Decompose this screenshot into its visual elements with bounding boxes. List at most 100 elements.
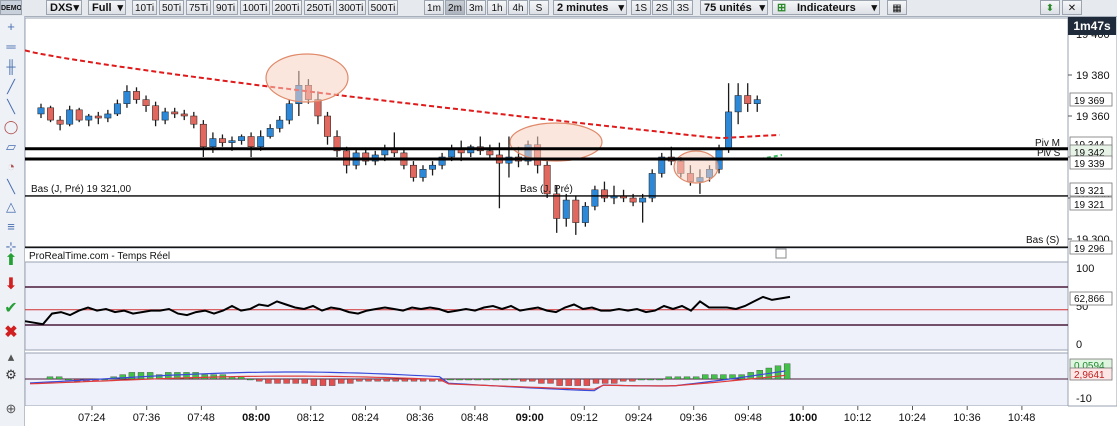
- macd-bar: [510, 378, 518, 381]
- interval-label: 2 minutes: [557, 2, 609, 14]
- arrow-up-icon[interactable]: ⬆: [2, 252, 20, 270]
- tick-button-50ti[interactable]: 50Ti: [159, 0, 184, 15]
- arrow-icon: ⬍: [1045, 3, 1055, 14]
- close-icon: ✕: [1067, 3, 1077, 14]
- macd-bar: [410, 378, 418, 382]
- ray-icon[interactable]: ╲: [2, 98, 20, 116]
- candle: [75, 109, 83, 121]
- close-chart-button[interactable]: ✕: [1062, 0, 1082, 15]
- tick-button-200ti[interactable]: 200Ti: [272, 0, 302, 15]
- candle: [152, 105, 160, 121]
- timeframe-button-4h[interactable]: 4h: [508, 0, 528, 15]
- candle: [47, 107, 54, 121]
- macd-bar: [401, 378, 409, 382]
- time-axis-label: 09:48: [734, 412, 762, 424]
- pitchfork-icon[interactable]: △: [2, 198, 20, 216]
- piv-s-label: Piv S: [1037, 148, 1061, 159]
- second-button-3s[interactable]: 3S: [673, 0, 693, 15]
- candle: [429, 164, 437, 170]
- timeframe-button-1h[interactable]: 1h: [487, 0, 507, 15]
- arc-icon[interactable]: ◔: [2, 158, 20, 176]
- tick-button-90ti[interactable]: 90Ti: [213, 0, 238, 15]
- candle: [266, 128, 274, 137]
- cursor-icon[interactable]: +: [2, 18, 20, 36]
- interval-selector[interactable]: 2 minutes ▾: [553, 0, 627, 15]
- macd-bar: [665, 376, 672, 380]
- timeframe-button-3m[interactable]: 3m: [466, 0, 486, 15]
- history-label: Full: [92, 2, 112, 14]
- history-selector[interactable]: Full ▾: [88, 0, 126, 15]
- macd-bar: [55, 376, 63, 380]
- timeframe-button-s[interactable]: S: [529, 0, 549, 15]
- toolbar: DEMO DXS ▾ Full ▾ 10Ti 50Ti 75Ti 90Ti 100Ti 200…: [0, 0, 1117, 17]
- macd-bar: [274, 378, 281, 384]
- checkmark-icon[interactable]: ✔: [2, 300, 20, 318]
- channel-icon[interactable]: ▱: [2, 138, 20, 156]
- tick-button-250ti[interactable]: 250Ti: [304, 0, 334, 15]
- candle: [257, 136, 265, 147]
- tick-button-10ti[interactable]: 10Ti: [132, 0, 157, 15]
- candle: [228, 140, 236, 143]
- time-axis-label: 08:36: [406, 412, 434, 424]
- time-axis-label: 08:48: [461, 412, 489, 424]
- color-picker-button[interactable]: ▦: [887, 0, 907, 15]
- macd-bar: [483, 378, 490, 381]
- timeframe-button-1m[interactable]: 1m: [424, 0, 444, 15]
- macd-bar: [565, 378, 572, 386]
- arrow-down-icon[interactable]: ⬇: [2, 276, 20, 294]
- macd-bar: [501, 378, 509, 381]
- delete-icon[interactable]: ✖: [2, 324, 20, 342]
- candle: [209, 138, 217, 148]
- tick-button-100ti[interactable]: 100Ti: [240, 0, 270, 15]
- time-axis-label: 10:48: [1008, 412, 1036, 424]
- time-axis-label: 10:12: [844, 412, 872, 424]
- time-axis-label: 07:24: [78, 412, 106, 424]
- indicators-button[interactable]: ⊞ Indicateurs ▾: [772, 0, 880, 15]
- price-axis-label: 19 380: [1076, 70, 1110, 82]
- symbol-selector[interactable]: DXS ▾: [46, 0, 82, 15]
- tick-button-75ti[interactable]: 75Ti: [186, 0, 211, 15]
- timeframe-button-2m[interactable]: 2m: [445, 0, 465, 15]
- macd-bar: [647, 378, 654, 381]
- macd-bar: [520, 378, 527, 382]
- grid-icon[interactable]: ≡: [2, 218, 20, 236]
- second-button-2s[interactable]: 2S: [652, 0, 672, 15]
- candle: [324, 115, 331, 137]
- fibonacci-icon[interactable]: ╲: [2, 178, 20, 196]
- macd-bar: [65, 378, 72, 381]
- macd-bar: [465, 378, 472, 381]
- order-buy-button[interactable]: ⬍: [1040, 0, 1060, 15]
- chevron-down-icon: ▾: [117, 2, 123, 14]
- price-axis-label: 19 360: [1076, 111, 1110, 123]
- horizontal-line-icon[interactable]: ═: [2, 38, 20, 56]
- candle: [94, 115, 102, 119]
- scroll-up-icon[interactable]: ▴: [2, 348, 20, 366]
- candle: [113, 103, 121, 115]
- units-selector[interactable]: 75 unités ▾: [700, 0, 768, 15]
- settings-icon[interactable]: ⚙: [2, 366, 20, 384]
- macd-bar: [720, 374, 727, 380]
- time-axis-label: 09:24: [625, 412, 653, 424]
- zoom-icon[interactable]: ⊕: [2, 400, 20, 418]
- candle: [66, 109, 74, 125]
- macd-bar: [338, 378, 345, 384]
- chevron-down-icon: ▾: [871, 2, 877, 14]
- candle: [753, 99, 761, 104]
- tick-button-300ti[interactable]: 300Ti: [336, 0, 366, 15]
- vertical-line-icon[interactable]: ╫: [2, 58, 20, 76]
- trendline-icon[interactable]: ╱: [2, 78, 20, 96]
- highlight-ellipse: [509, 122, 603, 162]
- macd-bar: [556, 378, 563, 386]
- macd-bar: [702, 374, 709, 380]
- oscillator-tag: 62,866: [1074, 294, 1105, 305]
- macd-bar: [283, 378, 290, 384]
- macd-bar: [365, 378, 372, 382]
- macd-bar: [328, 378, 336, 386]
- tick-button-500ti[interactable]: 500Ti: [368, 0, 398, 15]
- ellipse-icon[interactable]: ◯: [2, 118, 20, 136]
- second-button-1s[interactable]: 1S: [631, 0, 651, 15]
- chart-canvas[interactable]: 19 40019 38019 36019 34019 32019 300Piv …: [0, 0, 1117, 426]
- macd-bar: [137, 372, 145, 380]
- macd-bar: [319, 378, 327, 386]
- time-axis-label: 10:36: [953, 412, 981, 424]
